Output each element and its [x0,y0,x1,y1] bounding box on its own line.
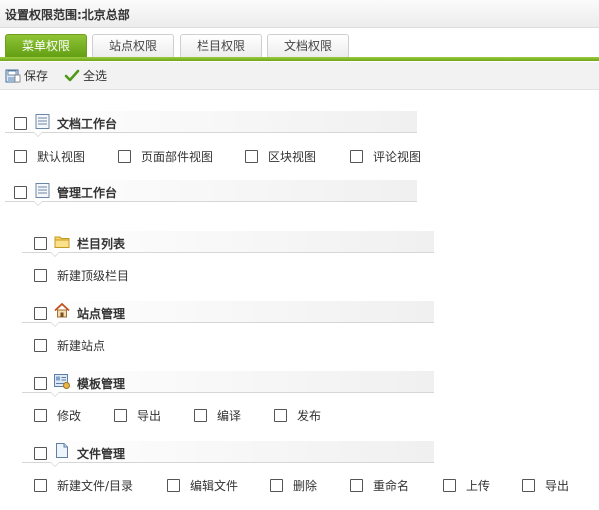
checkbox-new-top-column[interactable] [34,269,47,282]
item-label: 重命名 [373,479,410,493]
tab-bar: 菜单权限 站点权限 栏目权限 文档权限 [0,28,599,62]
select-all-label: 全选 [83,69,108,83]
subgroup-title: 文件管理 [77,447,126,461]
save-icon [5,69,21,83]
subgroup-title: 栏目列表 [77,237,126,251]
item-label: 新建站点 [57,339,106,353]
checkbox-rename[interactable] [350,479,363,492]
checkbox-edit-file[interactable] [167,479,180,492]
item-label: 上传 [466,479,491,493]
checkbox-page-widget-view[interactable] [118,150,131,163]
checkbox-delete[interactable] [270,479,283,492]
checkbox-block-view[interactable] [245,150,258,163]
checkbox-document-workbench[interactable] [14,117,27,130]
file-icon [54,443,70,458]
subgroup-title: 站点管理 [77,307,126,321]
save-button[interactable]: 保存 [5,68,55,84]
tab-document-permission[interactable]: 文档权限 [267,34,349,58]
checkbox-file-export[interactable] [522,479,535,492]
item-label: 发布 [297,409,322,423]
checkbox-upload[interactable] [443,479,456,492]
checkbox-template-management[interactable] [34,377,47,390]
document-list-icon [35,114,51,129]
template-icon [54,374,70,389]
item-label: 导出 [137,409,162,423]
save-label: 保存 [24,69,49,83]
item-label: 删除 [293,479,318,493]
item-label: 修改 [57,409,82,423]
title-bar: 设置权限范围:北京总部 [0,0,599,28]
checkbox-column-list[interactable] [34,237,47,250]
item-label: 默认视图 [37,150,86,164]
checkbox-management-workbench[interactable] [14,186,27,199]
item-label: 新建顶级栏目 [57,269,130,283]
section-title: 文档工作台 [57,117,118,131]
item-label: 评论视图 [373,150,422,164]
checkbox-template-compile[interactable] [194,409,207,422]
select-all-button[interactable]: 全选 [64,68,114,84]
item-label: 导出 [545,479,570,493]
folder-icon [54,234,70,249]
checkbox-site-management[interactable] [34,307,47,320]
tab-underline [0,57,599,61]
item-label: 页面部件视图 [141,150,214,164]
checkmark-icon [64,69,80,83]
checkbox-template-export[interactable] [114,409,127,422]
item-label: 区块视图 [268,150,317,164]
item-label: 新建文件/目录 [57,479,134,493]
section-title: 管理工作台 [57,186,118,200]
tab-column-permission[interactable]: 栏目权限 [180,34,262,58]
checkbox-comment-view[interactable] [350,150,363,163]
document-list-icon [35,183,51,198]
page-title: 设置权限范围:北京总部 [5,8,130,22]
permission-tree: 文档工作台 默认视图 页面部件视图 区块视图 评论视图 管理工作台 栏目列表 新… [0,90,599,510]
item-label: 编译 [217,409,242,423]
tab-site-permission[interactable]: 站点权限 [92,34,174,58]
toolbar: 保存 全选 [0,62,599,90]
checkbox-file-management[interactable] [34,447,47,460]
checkbox-default-view[interactable] [14,150,27,163]
checkbox-template-publish[interactable] [274,409,287,422]
subgroup-title: 模板管理 [77,377,126,391]
tab-menu-permission[interactable]: 菜单权限 [5,34,87,59]
checkbox-template-edit[interactable] [34,409,47,422]
checkbox-new-site[interactable] [34,339,47,352]
checkbox-new-file-directory[interactable] [34,479,47,492]
home-icon [54,302,70,318]
item-label: 编辑文件 [190,479,239,493]
